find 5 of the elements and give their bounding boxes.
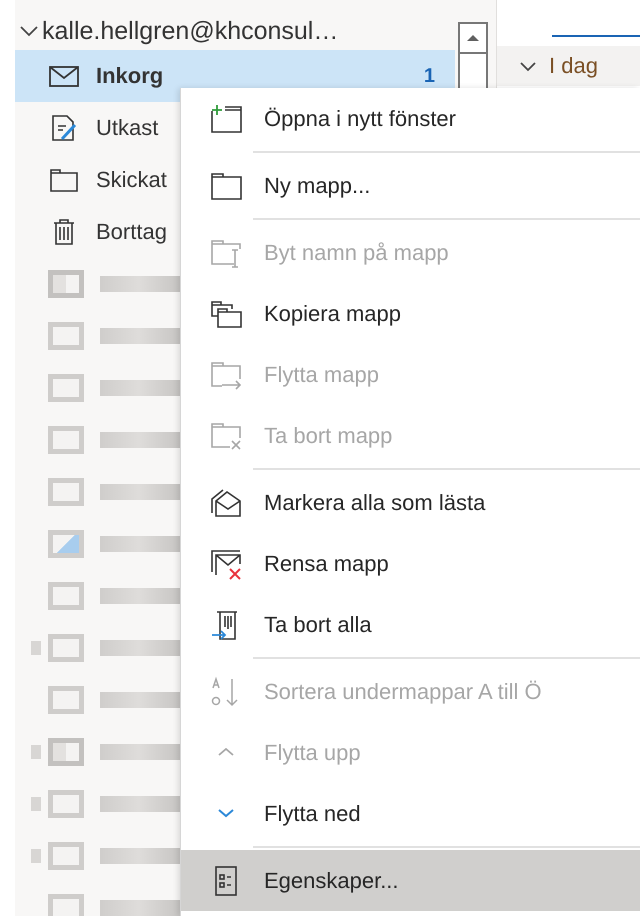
folder-label: Borttag: [96, 219, 167, 245]
folder-label: Utkast: [96, 115, 158, 141]
folder-label: Skickat: [96, 167, 167, 193]
unread-count: 1: [424, 64, 435, 88]
folder-label: Inkorg: [96, 63, 164, 89]
